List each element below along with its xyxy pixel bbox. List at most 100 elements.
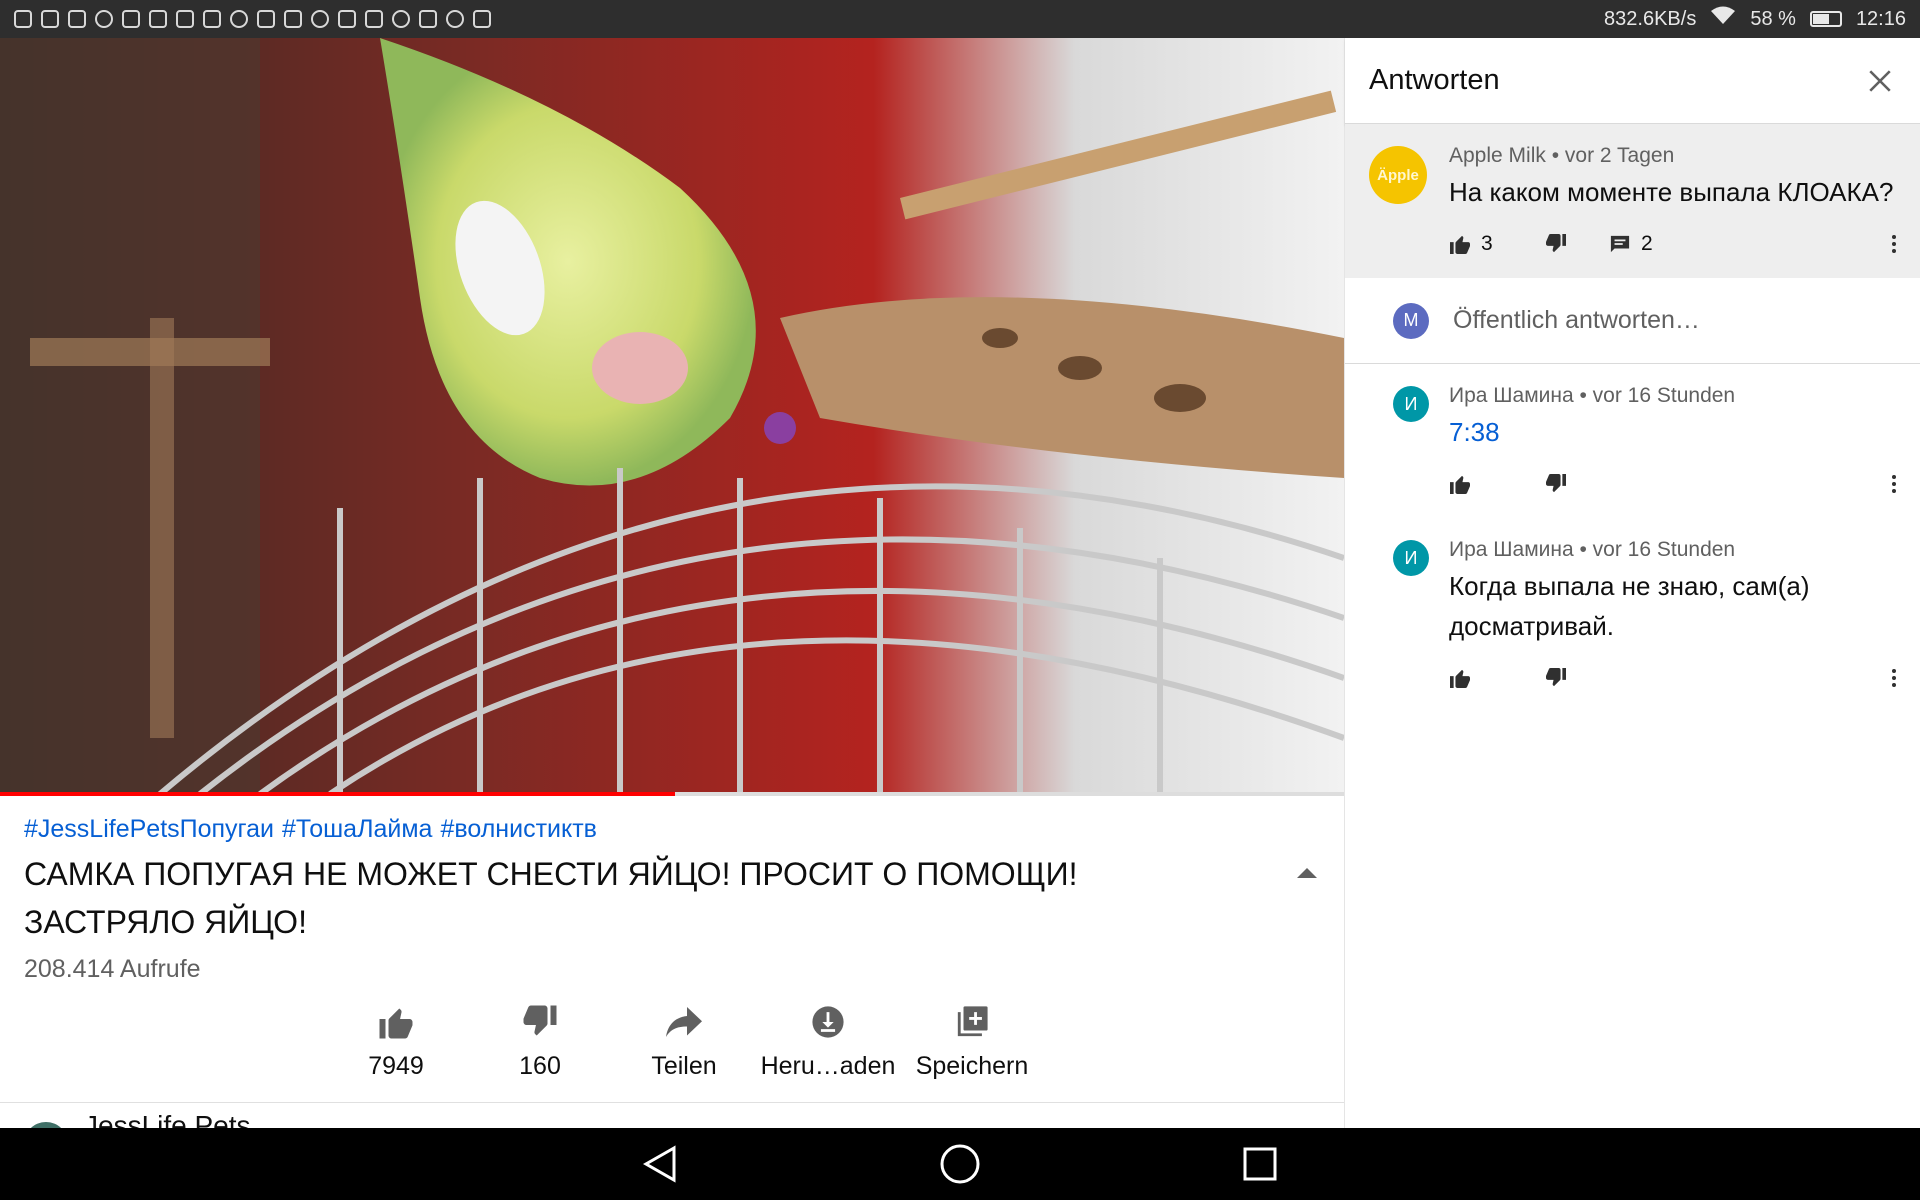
pinwheel-icon [338,10,356,28]
chevron-up-icon [1297,868,1317,878]
more-options-icon[interactable] [1884,228,1904,260]
status-right: 832.6KB/s 58 % 12:16 [1604,6,1906,32]
thumbs-down-icon [522,1000,558,1044]
more-options-icon[interactable] [1884,468,1904,500]
network-speed: 832.6KB/s [1604,7,1697,30]
comment-dislike-button[interactable] [1545,234,1609,254]
comment-dislike-button[interactable] [1545,668,1609,688]
comment-meta[interactable]: Ира Шамина • vor 16 Stunden [1449,538,1896,562]
avatar-text: Äpple [1377,166,1419,184]
avatar-letter: И [1404,393,1418,414]
news-icon [203,10,221,28]
share-button[interactable]: Teilen [612,1000,756,1081]
hashtag-link[interactable]: #JessLifePetsПопугаи [24,815,274,843]
comment-like-button[interactable] [1449,668,1545,688]
mail-icon [122,10,140,28]
save-button[interactable]: Speichern [900,1000,1044,1081]
recents-button[interactable] [1235,1139,1285,1189]
panel-header: Antworten [1345,38,1920,124]
like-button[interactable]: 7949 [324,1000,468,1081]
like-count: 7949 [368,1052,424,1080]
reply-input-row[interactable]: M Öffentlich antworten… [1345,278,1920,364]
thumbs-up-icon [1450,235,1470,254]
home-circle-icon [940,1144,980,1184]
navigation-bar [0,1128,1920,1200]
video-icon [257,10,275,28]
chrome-icon [446,10,464,28]
video-actions: 7949 160 Teilen Heru…aden Speichern [324,1000,1044,1081]
recents-square-icon [1243,1147,1277,1181]
chrome-icon [230,10,248,28]
comment-text: Когда выпала не знаю, сам(а) досматривай… [1449,571,1810,641]
rss-icon [284,10,302,28]
instagram-icon [14,10,32,28]
panel-title: Antworten [1369,64,1500,96]
dislike-count: 160 [519,1052,561,1080]
back-button[interactable] [635,1139,685,1189]
close-icon [1869,69,1891,92]
comment-like-button[interactable]: 3 [1449,232,1545,256]
share-label: Teilen [651,1052,717,1080]
video-progress-played [0,792,675,796]
view-count: 208.414 Aufrufe [24,955,201,983]
thumbs-down-icon [1546,474,1566,493]
status-bar: 832.6KB/s 58 % 12:16 [0,0,1920,38]
comment-actions [1449,468,1896,500]
thumbs-up-icon [1450,669,1470,688]
comment-replies-button[interactable]: 2 [1609,232,1653,256]
close-button[interactable] [1862,63,1898,99]
comment-meta[interactable]: Apple Milk • vor 2 Tagen [1449,144,1896,168]
download-icon [811,1000,845,1044]
hashtag-link[interactable]: #ТошаЛайма [282,815,432,843]
video-progress-bar[interactable] [0,792,1344,796]
battery-icon [1809,11,1842,27]
clock: 12:16 [1855,7,1906,30]
avatar-letter: И [1404,547,1418,568]
battery-percent: 58 % [1750,7,1796,30]
comment-dislike-button[interactable] [1545,474,1609,494]
thumbs-down-icon [1546,234,1566,253]
hashtag-link[interactable]: #волнистиктв [440,815,596,843]
avatar[interactable]: И [1393,386,1429,422]
replies-panel: Antworten Äpple Apple Milk • vor 2 Tagen… [1344,38,1920,1128]
back-triangle-icon [642,1145,676,1183]
notification-icons [14,10,491,28]
comment-actions [1449,662,1896,694]
dislike-button[interactable]: 160 [468,1000,612,1081]
instagram-icon [41,10,59,28]
home-button[interactable] [935,1139,985,1189]
playlist-add-icon [955,1000,989,1044]
timestamp-link[interactable]: 7:38 [1449,412,1896,452]
comment-like-button[interactable] [1449,474,1545,494]
chrome-icon [95,10,113,28]
user-avatar: M [1393,302,1429,339]
comment-actions: 3 2 [1449,228,1896,260]
hashtags: #JessLifePetsПопугаи #ТошаЛайма #волнистик… [24,815,605,844]
comment-icon [1610,235,1630,253]
thumbs-up-icon [1450,475,1470,494]
news-icon [473,10,491,28]
divider [0,1102,1344,1103]
game-icon [149,10,167,28]
chrome-icon [311,10,329,28]
avatar[interactable]: И [1393,540,1429,576]
comment-reply-count: 2 [1641,232,1653,255]
replies-list: И Ира Шамина • vor 16 Stunden 7:38 И Ира Шам… [1345,364,1920,712]
avatar[interactable]: Äpple [1369,146,1427,204]
more-options-icon[interactable] [1884,662,1904,694]
download-button[interactable]: Heru…aden [756,1000,900,1081]
video-title: САМКА ПОПУГАЯ НЕ МОЖЕТ СНЕСТИ ЯЙЦО! ПРОС… [24,856,1078,940]
download-label: Heru…aden [760,1052,896,1080]
save-label: Speichern [915,1052,1029,1080]
comment-meta[interactable]: Ира Шамина • vor 16 Stunden [1449,384,1896,408]
wifi-icon [1710,6,1736,32]
share-icon [666,1000,702,1044]
gallery-icon [68,10,86,28]
reply-comment: И Ира Шамина • vor 16 Stunden 7:38 [1345,364,1920,518]
chrome-icon [392,10,410,28]
reply-input[interactable]: Öffentlich antworten… [1453,306,1700,335]
parent-comment: Äpple Apple Milk • vor 2 Tagen На каком … [1345,124,1920,278]
collapse-description-button[interactable] [1292,858,1322,888]
video-player[interactable] [0,38,1344,794]
rss-icon [176,10,194,28]
